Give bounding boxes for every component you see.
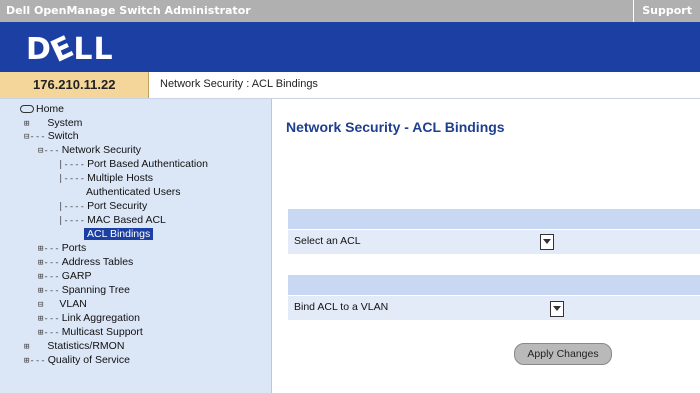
navigation-tree: Home ⊞ System ⊟--- Switch ⊟--- Network Secu… [0, 99, 272, 393]
expand-icon[interactable]: ⊞--- [38, 328, 60, 338]
panel-header [288, 209, 700, 229]
tree-item-quality-of-service[interactable]: ⊞--- Quality of Service [24, 354, 130, 366]
chevron-down-icon [553, 306, 561, 311]
chevron-down-icon [543, 239, 551, 244]
tree-item-multicast-support[interactable]: ⊞--- Multicast Support [38, 326, 143, 338]
breadcrumb: Network Security : ACL Bindings [160, 78, 318, 90]
expand-icon[interactable]: ⊞ [24, 119, 29, 129]
select-acl-dropdown[interactable] [540, 234, 554, 250]
tree-item-port-based-authentication[interactable]: |---- Port Based Authentication [58, 158, 208, 170]
expand-icon[interactable]: ⊞--- [38, 286, 60, 296]
tree-item-link-aggregation[interactable]: ⊞--- Link Aggregation [38, 312, 140, 324]
apply-changes-button[interactable]: Apply Changes [514, 343, 612, 365]
tree-item-network-security[interactable]: ⊟--- Network Security [38, 144, 141, 156]
tree-item-garp[interactable]: ⊞--- GARP [38, 270, 91, 282]
tree-item-system[interactable]: ⊞ System [24, 117, 82, 129]
tree-item-mac-based-acl[interactable]: |---- MAC Based ACL [58, 214, 166, 226]
bind-acl-label: Bind ACL to a VLAN [294, 301, 389, 313]
title-bar: Dell OpenManage Switch Administrator Sup… [0, 0, 700, 23]
info-bar: 176.210.11.22 Network Security : ACL Bin… [0, 72, 700, 99]
expand-icon[interactable]: ⊞--- [38, 244, 60, 254]
tree-item-spanning-tree[interactable]: ⊞--- Spanning Tree [38, 284, 130, 296]
select-acl-label: Select an ACL [294, 235, 361, 247]
tree-item-port-security[interactable]: |---- Port Security [58, 200, 147, 212]
tree-item-vlan[interactable]: ⊟ VLAN [38, 298, 87, 310]
expand-icon[interactable]: ⊞--- [38, 314, 60, 324]
collapse-icon[interactable]: ⊟--- [24, 132, 46, 142]
support-link[interactable]: Support [633, 0, 700, 22]
collapse-icon[interactable]: ⊟--- [38, 146, 60, 156]
expand-icon[interactable]: ⊞--- [38, 272, 60, 282]
expand-icon[interactable]: ⊞--- [24, 356, 46, 366]
tree-item-multiple-hosts[interactable]: |---- Multiple Hosts [58, 172, 153, 184]
tree-item-home[interactable]: Home [20, 103, 64, 115]
app-title: Dell OpenManage Switch Administrator [6, 4, 251, 17]
tree-item-switch[interactable]: ⊟--- Switch [24, 130, 79, 142]
bind-acl-dropdown[interactable] [550, 301, 564, 317]
content-area: Network Security - ACL Bindings Select a… [272, 99, 700, 393]
tree-item-statistics-rmon[interactable]: ⊞ Statistics/RMON [24, 340, 124, 352]
tree-item-authenticated-users[interactable]: Authenticated Users [84, 186, 181, 198]
expand-icon[interactable]: ⊞ [24, 342, 29, 352]
dell-logo: DELL [26, 29, 114, 70]
select-acl-panel: Select an ACL [288, 209, 700, 254]
bind-acl-panel: Bind ACL to a VLAN [288, 275, 700, 320]
page-title: Network Security - ACL Bindings [286, 119, 505, 135]
collapse-icon[interactable]: ⊟ [38, 300, 43, 310]
tree-item-acl-bindings[interactable]: ACL Bindings [82, 228, 154, 240]
tree-item-address-tables[interactable]: ⊞--- Address Tables [38, 256, 133, 268]
device-ip: 176.210.11.22 [33, 77, 116, 92]
brand-banner: DELL [0, 22, 700, 72]
expand-icon[interactable]: ⊞--- [38, 258, 60, 268]
device-ip-box: 176.210.11.22 [0, 72, 149, 98]
panel-header [288, 275, 700, 295]
bind-acl-row: Bind ACL to a VLAN [288, 295, 700, 320]
tree-item-ports[interactable]: ⊞--- Ports [38, 242, 86, 254]
home-icon [20, 105, 34, 114]
select-acl-row: Select an ACL [288, 229, 700, 254]
